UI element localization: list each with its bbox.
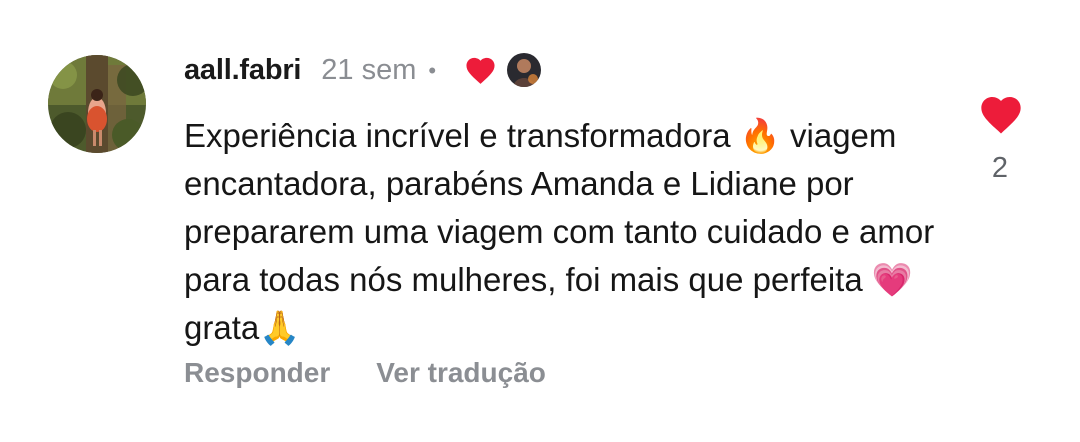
like-count: 2 — [991, 152, 1009, 184]
comment-timestamp: 21 sem — [321, 53, 417, 86]
author-avatar-icon — [507, 53, 542, 87]
like-heart-icon[interactable] — [977, 93, 1025, 135]
commenter-username[interactable]: aall.fabri — [184, 54, 301, 87]
reply-button[interactable]: Responder — [184, 357, 330, 389]
header-separator: • — [428, 58, 437, 83]
comment-item: aall.fabri 21 sem • Experiência incrível… — [0, 0, 1080, 442]
comment-actions: Responder Ver tradução — [184, 357, 546, 389]
commenter-avatar-image — [48, 55, 146, 153]
comment-header: aall.fabri 21 sem • — [184, 48, 542, 92]
translate-button[interactable]: Ver tradução — [376, 357, 546, 389]
commenter-avatar[interactable] — [48, 55, 146, 153]
comment-text: Experiência incrível e transformadora 🔥 … — [184, 117, 935, 346]
author-liked-heart-icon — [464, 55, 497, 85]
